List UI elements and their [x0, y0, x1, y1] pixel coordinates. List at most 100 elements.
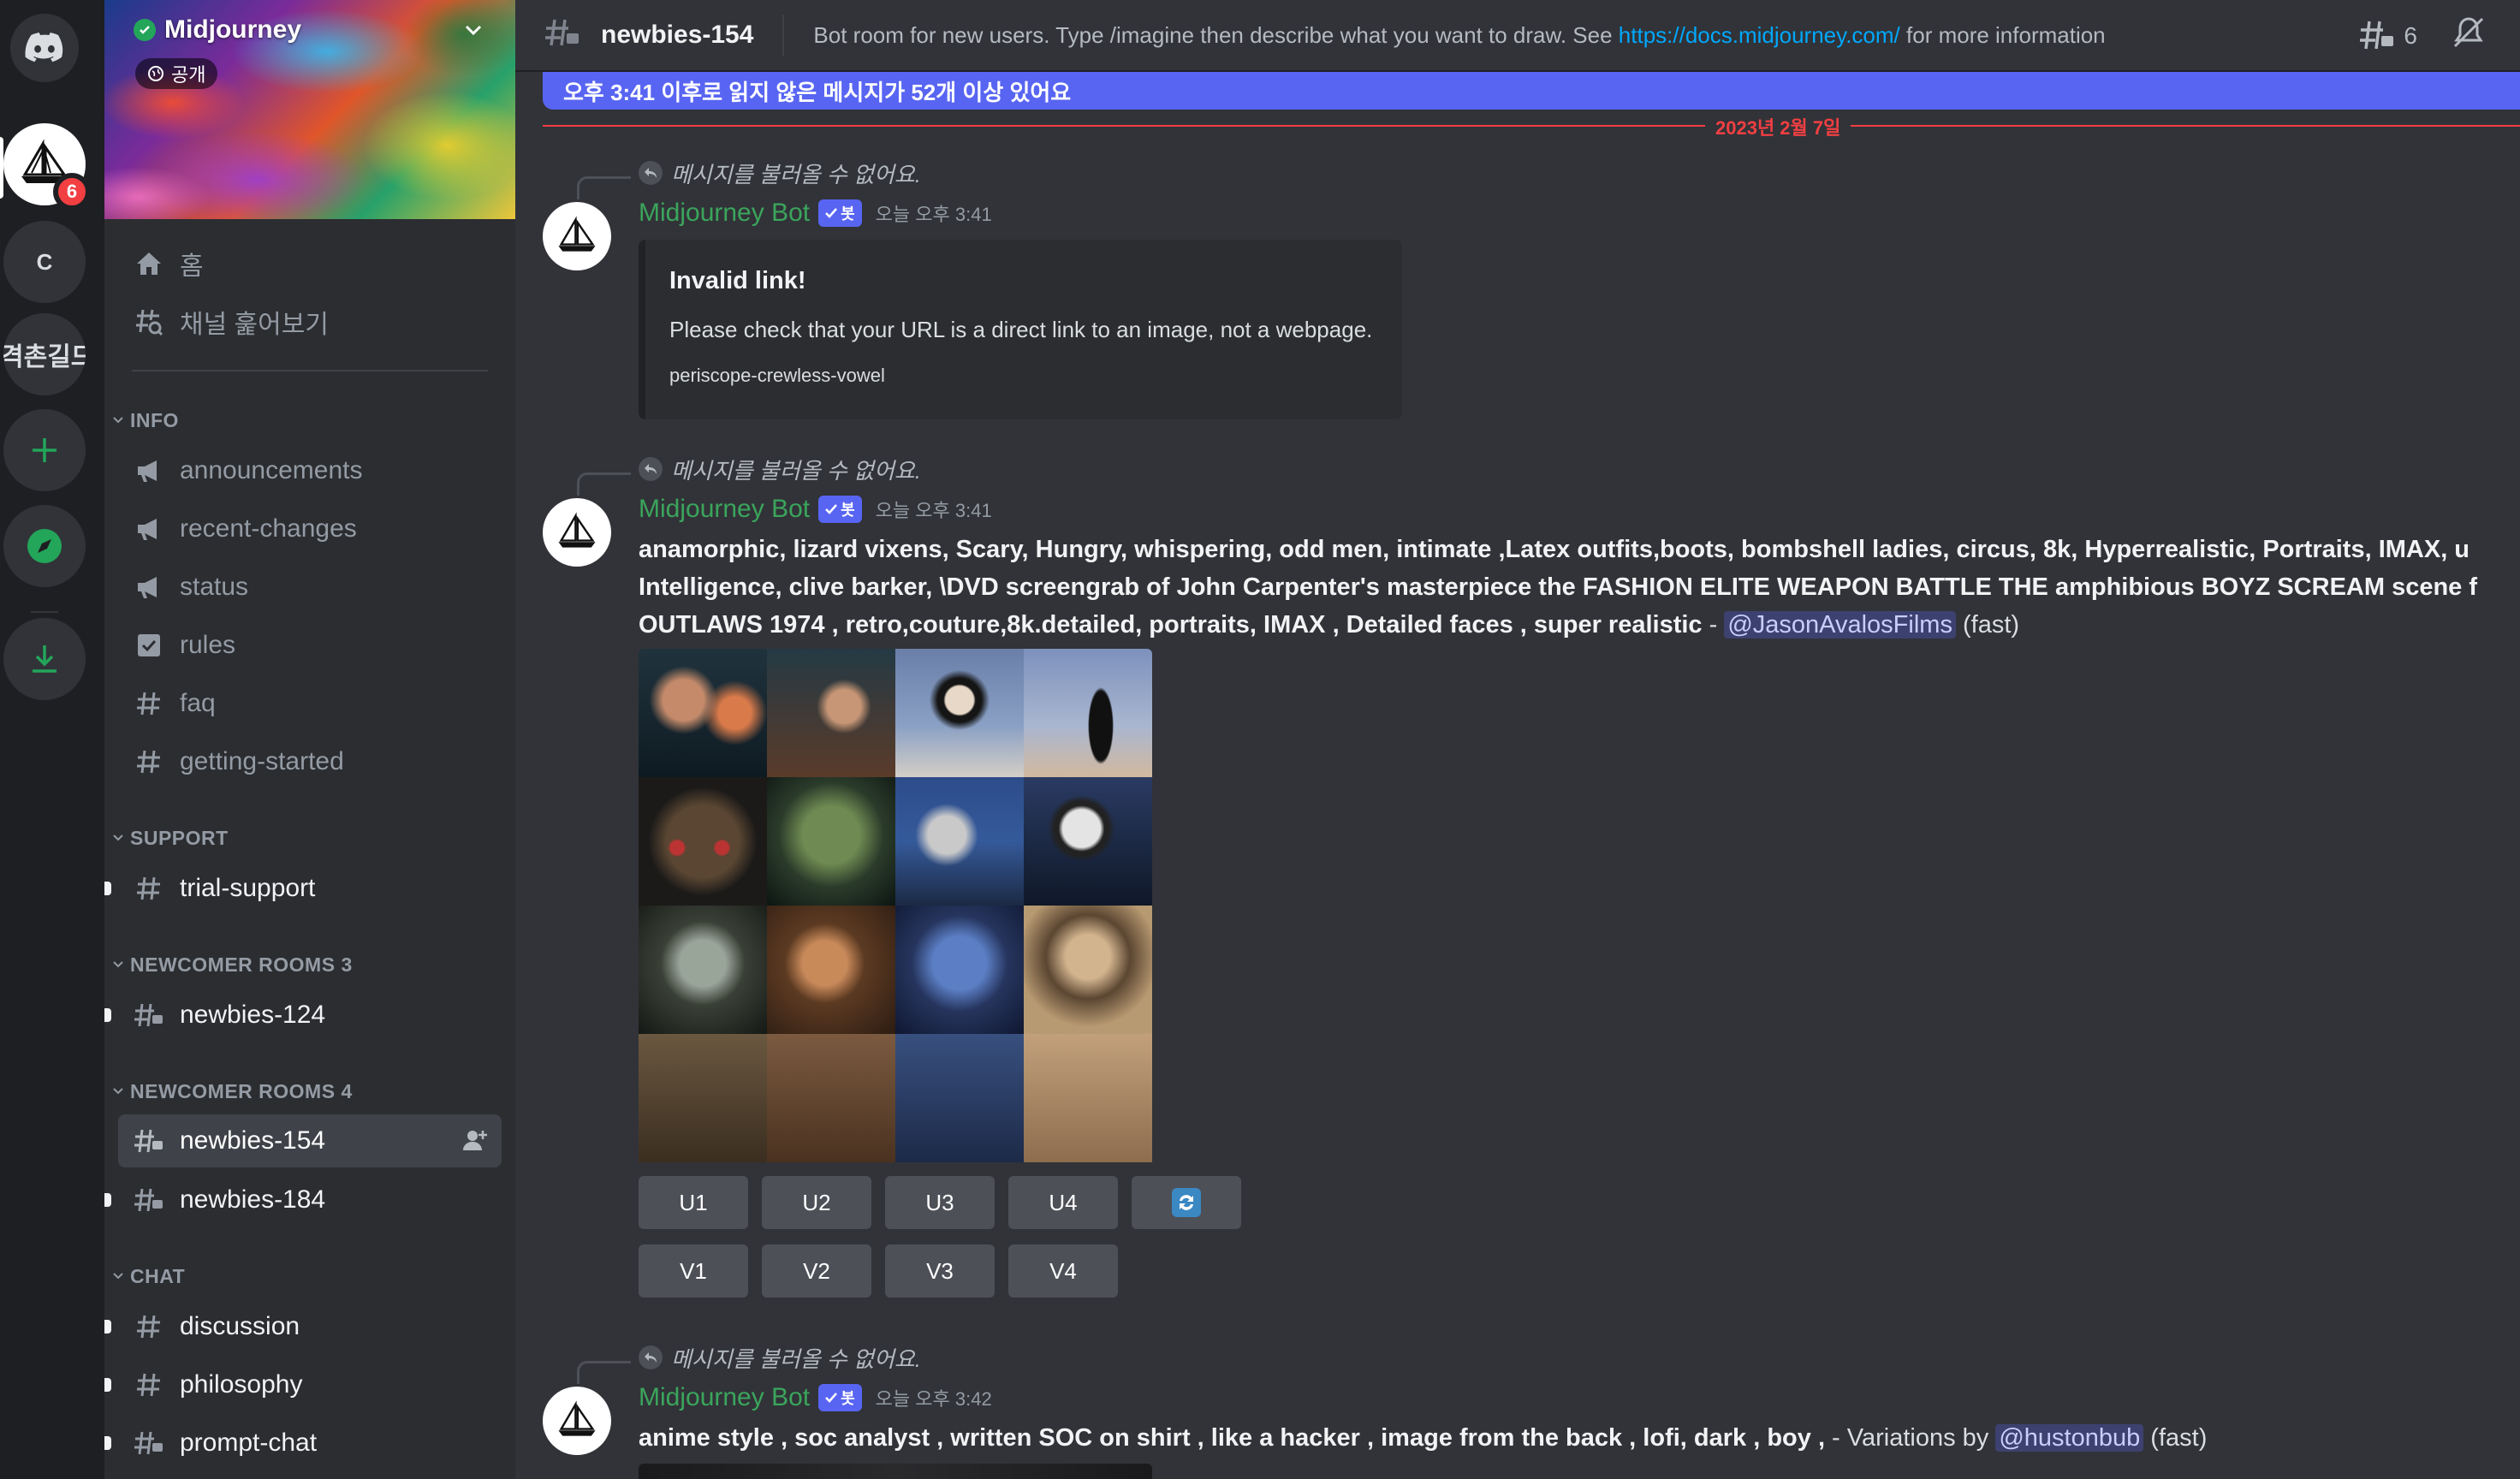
chevron-down-icon: [113, 961, 123, 968]
hashtag-icon: [132, 871, 166, 906]
variation-button-4[interactable]: V4: [1008, 1244, 1118, 1298]
variation-button-3[interactable]: V3: [885, 1244, 995, 1298]
sidebar-item-home[interactable]: 홈: [118, 240, 502, 288]
image-tile: [895, 1034, 1024, 1162]
sidebar-item-newbies-184[interactable]: newbies-184: [104, 1176, 502, 1224]
variations-by-text: - Variations by: [1825, 1424, 1996, 1452]
avatar[interactable]: [543, 202, 611, 270]
upscale-button-4[interactable]: U4: [1008, 1176, 1118, 1229]
upscale-button-1[interactable]: U1: [639, 1176, 748, 1229]
docs-link[interactable]: https://docs.midjourney.com/: [1619, 22, 1900, 48]
timestamp: 오늘 오후 3:41: [875, 204, 992, 225]
channel-topic: Bot room for new users. Type /imagine th…: [813, 22, 2105, 49]
user-mention[interactable]: @JasonAvalosFilms: [1724, 611, 1956, 639]
unread-indicator: [104, 1193, 111, 1207]
author-line: Midjourney Bot 봇 오늘 오후 3:42: [639, 1383, 992, 1412]
upscale-button-3[interactable]: U3: [885, 1176, 995, 1229]
sidebar-item-label: prompt-chat: [180, 1429, 318, 1457]
variation-button-1[interactable]: V1: [639, 1244, 748, 1298]
image-grid-lower: [639, 906, 1152, 1162]
sidebar-item-label: faq: [180, 689, 216, 717]
sidebar-item-browse-channels[interactable]: 채널 훑어보기: [118, 298, 502, 346]
image-tile: [639, 1034, 767, 1162]
category-label: NEWCOMER ROOMS 4: [130, 1079, 353, 1102]
author-name[interactable]: Midjourney Bot: [639, 495, 810, 524]
reply-preview[interactable]: 메시지를 불러올 수 없어요.: [639, 1342, 921, 1373]
author-name[interactable]: Midjourney Bot: [639, 1383, 810, 1412]
category-label: CHAT: [130, 1264, 186, 1287]
speed-text: (fast): [2143, 1424, 2208, 1452]
sidebar-item-prompt-chat[interactable]: prompt-chat: [104, 1419, 502, 1467]
category-support[interactable]: SUPPORT: [111, 825, 229, 851]
sidebar-item-recent-changes[interactable]: recent-changes: [118, 505, 502, 553]
bot-tag: 봇: [818, 496, 862, 523]
image-tile: [1024, 1034, 1152, 1162]
category-newcomer-rooms-3[interactable]: NEWCOMER ROOMS 3: [111, 952, 353, 977]
image-tile: [767, 906, 895, 1034]
rail-divider: [31, 611, 58, 613]
sidebar-item-label: announcements: [180, 456, 363, 484]
category-chat[interactable]: CHAT: [111, 1263, 185, 1289]
variation-button-2[interactable]: V2: [762, 1244, 871, 1298]
chevron-down-icon: [113, 1273, 123, 1280]
author-line: Midjourney Bot 봇 오늘 오후 3:41: [639, 495, 992, 524]
reply-icon: [639, 1345, 663, 1369]
mute-bell-icon[interactable]: [2452, 15, 2486, 56]
image-tile: [1024, 906, 1152, 1034]
invite-member-icon[interactable]: [462, 1128, 488, 1159]
server-c-icon[interactable]: C: [3, 221, 86, 303]
sidebar-item-discussion[interactable]: discussion: [104, 1303, 502, 1351]
explore-compass-icon[interactable]: [3, 505, 86, 587]
category-info[interactable]: INFO: [111, 407, 179, 433]
threads-button[interactable]: 6: [2359, 19, 2417, 53]
author-name[interactable]: Midjourney Bot: [639, 199, 810, 228]
reply-icon: [639, 457, 663, 481]
bot-tag-label: 봇: [841, 502, 855, 519]
user-mention[interactable]: @hustonbub: [1995, 1424, 2144, 1452]
sidebar-item-label: 홈: [180, 252, 204, 281]
sidebar-item-getting-started[interactable]: getting-started: [118, 738, 502, 786]
timestamp: 오늘 오후 3:41: [875, 500, 992, 521]
midjourney-server-icon[interactable]: 6: [3, 123, 91, 211]
image-grid-partial[interactable]: [639, 1464, 1152, 1479]
add-server-icon[interactable]: [3, 409, 86, 491]
upscale-button-2[interactable]: U2: [762, 1176, 871, 1229]
image-tile: [639, 777, 767, 906]
download-apps-icon[interactable]: [3, 618, 86, 700]
sidebar-item-rules[interactable]: rules: [118, 621, 502, 669]
chevron-down-icon: [113, 417, 123, 424]
message-content: anime style , soc analyst , written SOC …: [639, 1419, 2520, 1457]
image-tile: [895, 906, 1024, 1034]
unread-indicator: [104, 1008, 111, 1022]
sidebar-item-trial-support[interactable]: trial-support: [104, 864, 502, 912]
reply-connector: [577, 176, 631, 199]
sidebar-item-status[interactable]: status: [118, 563, 502, 611]
topic-text: Bot room for new users. Type /imagine th…: [813, 21, 1619, 48]
reply-preview[interactable]: 메시지를 불러올 수 없어요.: [639, 454, 921, 484]
channel-header: newbies-154 Bot room for new users. Type…: [515, 0, 2520, 72]
date-divider-label: 2023년 2월 7일: [1705, 113, 1851, 140]
chevron-down-icon: [113, 835, 123, 841]
guild-server-icon[interactable]: 격촌길드: [3, 313, 86, 395]
header-toolbar: 6: [2359, 15, 2486, 56]
reroll-button[interactable]: [1132, 1176, 1241, 1229]
server-name[interactable]: Midjourney: [134, 15, 301, 45]
avatar[interactable]: [543, 498, 611, 567]
public-tag: 공개: [135, 58, 218, 89]
new-messages-bar[interactable]: 오후 3:41 이후로 읽지 않은 메시지가 52개 이상 있어요: [543, 72, 2520, 110]
chevron-down-icon[interactable]: [462, 19, 484, 45]
reply-text: 메시지를 불러올 수 없어요.: [671, 457, 922, 484]
reply-preview[interactable]: 메시지를 불러올 수 없어요.: [639, 157, 921, 188]
sidebar-item-announcements[interactable]: announcements: [118, 447, 502, 495]
header-divider: [782, 15, 785, 56]
category-newcomer-rooms-4[interactable]: NEWCOMER ROOMS 4: [111, 1078, 353, 1104]
sidebar-item-newbies-154[interactable]: newbies-154: [118, 1114, 502, 1167]
avatar[interactable]: [543, 1387, 611, 1455]
sidebar-item-faq[interactable]: faq: [118, 680, 502, 728]
discord-home-icon[interactable]: [10, 14, 79, 82]
sidebar-item-philosophy[interactable]: philosophy: [104, 1361, 502, 1409]
prompt-line: anamorphic, lizard vixens, Scary, Hungry…: [639, 536, 2470, 563]
speed-text: (fast): [1955, 611, 2020, 639]
threads-hashtag-icon: [132, 1183, 166, 1217]
sidebar-item-newbies-124[interactable]: newbies-124: [104, 991, 502, 1039]
